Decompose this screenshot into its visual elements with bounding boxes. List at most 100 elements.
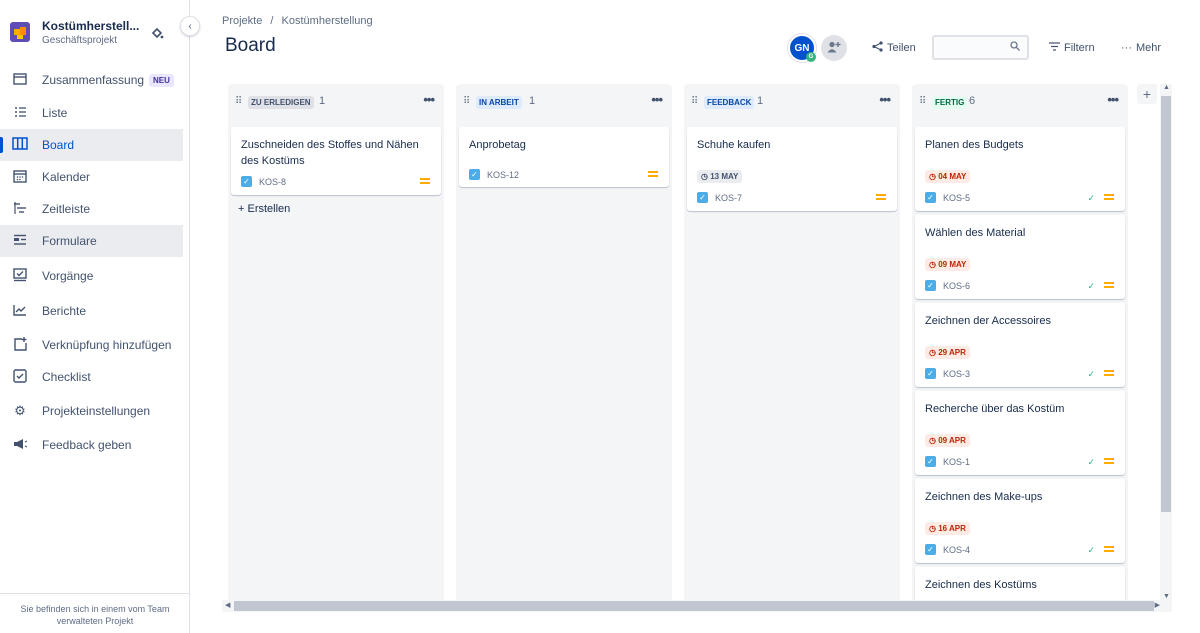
column-more-icon[interactable]: ••• — [651, 92, 663, 107]
drag-handle-icon[interactable]: ⠿ — [919, 96, 926, 107]
create-issue-button[interactable]: + Erstellen — [238, 203, 290, 215]
calendar-icon — [11, 169, 29, 186]
sidebar-item-calendar[interactable]: Kalender — [0, 161, 183, 193]
issue-card[interactable]: Wählen des Material ◷ 09 MAY ✓ KOS-6 ✓ — [915, 215, 1125, 299]
task-type-icon: ✓ — [925, 368, 936, 379]
priority-medium-icon — [1104, 370, 1114, 376]
done-check-icon: ✓ — [1087, 193, 1095, 203]
scroll-down-icon[interactable]: ▼ — [1163, 593, 1170, 600]
card-title: Anprobetag — [469, 139, 526, 151]
filter-button[interactable]: Filtern — [1049, 36, 1095, 60]
scroll-left-icon[interactable]: ◀ — [225, 601, 230, 609]
sidebar-item-reports[interactable]: Berichte — [0, 295, 183, 327]
card-key[interactable]: KOS-4 — [943, 545, 970, 555]
project-header[interactable]: Kostümherstell... Geschäftsprojekt — [10, 17, 182, 51]
sidebar-item-list[interactable]: Liste — [0, 97, 183, 129]
card-title: Recherche über das Kostüm — [925, 403, 1065, 415]
add-people-button[interactable] — [821, 35, 847, 61]
scrollbar-thumb[interactable] — [1161, 96, 1171, 512]
card-key[interactable]: KOS-6 — [943, 281, 970, 291]
due-date-lozenge: ◷ 09 APR — [925, 434, 970, 447]
clock-icon: ◷ — [929, 260, 939, 269]
breadcrumb: Projekte / Kostümherstellung — [222, 15, 373, 27]
horizontal-scrollbar[interactable]: ◀ ▶ — [222, 600, 1172, 612]
issue-card[interactable]: Planen des Budgets ◷ 04 MAY ✓ KOS-5 ✓ — [915, 127, 1125, 211]
priority-medium-icon — [1104, 282, 1114, 288]
card-title: Planen des Budgets — [925, 139, 1024, 151]
issue-card[interactable]: Zeichnen des Make-ups ◷ 16 APR ✓ KOS-4 ✓ — [915, 479, 1125, 563]
board-column-feedback: ⠿ FEEDBACK 1 ••• Schuhe kaufen ◷ 13 MAY … — [684, 84, 900, 600]
card-title: Schuhe kaufen — [697, 139, 771, 151]
project-name[interactable]: Kostümherstell... — [42, 19, 139, 33]
sidebar-item-feedback[interactable]: Feedback geben — [0, 429, 183, 461]
column-header[interactable]: ⠿ FERTIG 6 ••• — [912, 84, 1128, 120]
search-input[interactable] — [938, 39, 1008, 56]
task-type-icon: ✓ — [469, 169, 480, 180]
sidebar-item-timeline[interactable]: Zeitleiste — [0, 193, 183, 225]
share-button[interactable]: Teilen — [872, 36, 916, 60]
vertical-scrollbar[interactable]: ▲ ▼ — [1160, 84, 1172, 600]
add-column-button[interactable]: + — [1137, 84, 1157, 104]
board-column-done: ⠿ FERTIG 6 ••• Planen des Budgets ◷ 04 M… — [912, 84, 1128, 600]
issue-card[interactable]: Schuhe kaufen ◷ 13 MAY ✓ KOS-7 — [687, 127, 897, 211]
column-header[interactable]: ⠿ FEEDBACK 1 ••• — [684, 84, 900, 120]
column-more-icon[interactable]: ••• — [423, 92, 435, 107]
sidebar-item-label: Zusammenfassung — [42, 73, 145, 87]
due-date-lozenge: ◷ 16 APR — [925, 522, 970, 535]
card-key[interactable]: KOS-5 — [943, 193, 970, 203]
card-title: Zuschneiden des Stoffes und Nähen des Ko… — [241, 139, 419, 167]
scrollbar-thumb[interactable] — [234, 601, 1154, 611]
reports-icon — [11, 304, 29, 319]
due-date-lozenge: ◷ 09 MAY — [925, 258, 971, 271]
card-key[interactable]: KOS-1 — [943, 457, 970, 467]
sidebar-item-label: Formulare — [42, 234, 97, 248]
avatar[interactable]: GN G — [788, 34, 816, 62]
column-header[interactable]: ⠿ ZU ERLEDIGEN 1 ••• — [228, 84, 444, 120]
list-icon — [11, 106, 29, 121]
column-more-icon[interactable]: ••• — [1107, 92, 1119, 107]
drag-handle-icon[interactable]: ⠿ — [235, 96, 242, 107]
collapse-sidebar-button[interactable]: ‹ — [180, 16, 200, 36]
issue-card[interactable]: Zeichnen des Kostüms — [915, 567, 1125, 600]
done-check-icon: ✓ — [1087, 457, 1095, 467]
issue-card[interactable]: Zeichnen der Accessoires ◷ 29 APR ✓ KOS-… — [915, 303, 1125, 387]
card-key[interactable]: KOS-7 — [715, 193, 742, 203]
more-label: Mehr — [1136, 42, 1162, 54]
summary-icon — [11, 72, 29, 88]
column-status-lozenge: FEEDBACK — [704, 96, 755, 109]
board-column-todo: ⠿ ZU ERLEDIGEN 1 ••• Zuschneiden des Sto… — [228, 84, 444, 600]
clock-icon: ◷ — [929, 348, 939, 357]
scroll-up-icon[interactable]: ▲ — [1163, 84, 1170, 91]
sidebar-item-label: Checklist — [42, 370, 91, 384]
sidebar-item-summary[interactable]: Zusammenfassung NEU — [0, 64, 183, 96]
issue-card[interactable]: Recherche über das Kostüm ◷ 09 APR ✓ KOS… — [915, 391, 1125, 475]
card-key[interactable]: KOS-8 — [259, 177, 286, 187]
project-logo-icon — [10, 22, 30, 42]
breadcrumb-projects[interactable]: Projekte — [222, 15, 262, 27]
sidebar-item-board[interactable]: Board — [0, 129, 183, 161]
sidebar-item-project-settings[interactable]: ⚙ Projekteinstellungen — [0, 395, 183, 427]
due-date-lozenge: ◷ 04 MAY — [925, 170, 971, 183]
breadcrumb-project[interactable]: Kostümherstellung — [282, 15, 373, 27]
card-key[interactable]: KOS-12 — [487, 170, 519, 180]
drag-handle-icon[interactable]: ⠿ — [463, 96, 470, 107]
due-date-lozenge: ◷ 13 MAY — [697, 170, 743, 183]
sidebar-item-add-shortcut[interactable]: Verknüpfung hinzufügen — [0, 329, 183, 361]
search-field[interactable] — [932, 35, 1029, 60]
filter-icon — [1049, 42, 1060, 54]
scroll-right-icon[interactable]: ▶ — [1155, 601, 1160, 609]
chevron-left-icon: ‹ — [188, 20, 192, 32]
page-title: Board — [225, 35, 276, 56]
sidebar-item-issues[interactable]: Vorgänge — [0, 260, 183, 292]
issue-card[interactable]: Zuschneiden des Stoffes und Nähen des Ko… — [231, 127, 441, 195]
sidebar-item-forms[interactable]: Formulare — [0, 225, 183, 257]
issue-card[interactable]: Anprobetag ✓ KOS-12 — [459, 127, 669, 187]
drag-handle-icon[interactable]: ⠿ — [691, 96, 698, 107]
sidebar-item-checklist[interactable]: Checklist — [0, 361, 183, 393]
card-key[interactable]: KOS-3 — [943, 369, 970, 379]
card-title: Zeichnen des Make-ups — [925, 491, 1043, 503]
more-button[interactable]: ··· Mehr — [1121, 36, 1161, 60]
column-more-icon[interactable]: ••• — [879, 92, 891, 107]
column-header[interactable]: ⠿ IN ARBEIT 1 ••• — [456, 84, 672, 120]
paint-bucket-icon[interactable] — [145, 21, 169, 45]
